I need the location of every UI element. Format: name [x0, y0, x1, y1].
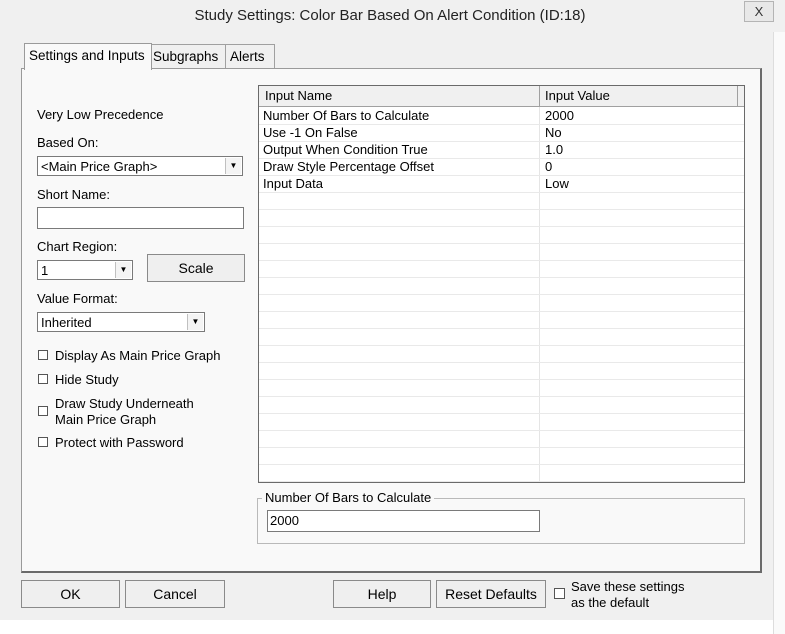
input-value-cell[interactable]: No — [545, 125, 562, 140]
chart-region-value: 1 — [41, 263, 49, 278]
column-divider[interactable] — [539, 86, 540, 106]
display-main-label: Display As Main Price Graph — [55, 348, 221, 363]
close-icon: X — [754, 4, 764, 19]
empty-row — [259, 396, 744, 414]
background-window-strip — [0, 620, 773, 634]
draw-underneath-checkbox[interactable] — [38, 406, 48, 416]
input-value-cell[interactable]: 2000 — [545, 108, 574, 123]
empty-row — [259, 311, 744, 329]
save-default-label-line2: as the default — [571, 595, 650, 610]
based-on-select[interactable]: <Main Price Graph> ▼ — [37, 156, 243, 176]
close-button[interactable]: X — [744, 1, 774, 22]
input-name-cell: Use -1 On False — [263, 125, 358, 140]
tab-label: Subgraphs — [153, 49, 219, 64]
empty-row — [259, 277, 744, 295]
table-row[interactable]: Use -1 On False No — [259, 124, 744, 142]
background-window-strip — [773, 32, 785, 634]
table-row[interactable]: Draw Style Percentage Offset 0 — [259, 158, 744, 176]
table-row[interactable]: Output When Condition True 1.0 — [259, 141, 744, 159]
empty-row — [259, 294, 744, 312]
draw-underneath-label-line2: Main Price Graph — [55, 412, 157, 427]
input-value-cell[interactable]: 1.0 — [545, 142, 563, 157]
chevron-down-icon: ▼ — [225, 158, 241, 174]
save-default-checkbox[interactable] — [554, 588, 565, 599]
input-name-cell: Number Of Bars to Calculate — [263, 108, 430, 123]
tab-label: Settings and Inputs — [29, 48, 145, 63]
empty-row — [259, 379, 744, 397]
based-on-label: Based On: — [37, 135, 99, 150]
tab-label: Alerts — [230, 49, 265, 64]
chart-region-label: Chart Region: — [37, 239, 118, 254]
empty-row — [259, 345, 744, 363]
hide-study-label: Hide Study — [55, 372, 119, 387]
input-name-cell: Output When Condition True — [263, 142, 428, 157]
table-row[interactable]: Input Data Low — [259, 175, 744, 193]
input-value-cell[interactable]: 0 — [545, 159, 552, 174]
column-divider[interactable] — [737, 86, 738, 106]
table-header: Input Name Input Value — [259, 86, 744, 107]
input-name-cell: Input Data — [263, 176, 323, 191]
scale-button[interactable]: Scale — [147, 254, 245, 282]
input-value-field[interactable]: 2000 — [267, 510, 540, 532]
short-name-input[interactable] — [37, 207, 244, 229]
draw-underneath-label: Draw Study Underneath — [55, 396, 194, 411]
input-name-cell: Draw Style Percentage Offset — [263, 159, 435, 174]
empty-row — [259, 192, 744, 210]
tab-alerts[interactable]: Alerts — [225, 44, 275, 69]
title-bar: Study Settings: Color Bar Based On Alert… — [0, 0, 785, 32]
cancel-button[interactable]: Cancel — [125, 580, 225, 608]
empty-row — [259, 413, 744, 431]
value-format-select[interactable]: Inherited ▼ — [37, 312, 205, 332]
tab-subgraphs[interactable]: Subgraphs — [148, 44, 226, 69]
empty-row — [259, 447, 744, 465]
empty-row — [259, 430, 744, 448]
column-header-input-name[interactable]: Input Name — [265, 88, 332, 103]
value-format-label: Value Format: — [37, 291, 118, 306]
help-button[interactable]: Help — [333, 580, 431, 608]
chevron-down-icon: ▼ — [115, 262, 131, 278]
empty-row — [259, 464, 744, 482]
empty-row — [259, 243, 744, 261]
chart-region-select[interactable]: 1 ▼ — [37, 260, 133, 280]
hide-study-checkbox[interactable] — [38, 374, 48, 384]
empty-row — [259, 362, 744, 380]
short-name-label: Short Name: — [37, 187, 110, 202]
save-default-label: Save these settings — [571, 579, 685, 594]
table-row[interactable]: Number Of Bars to Calculate 2000 — [259, 107, 744, 125]
empty-row — [259, 260, 744, 278]
input-value-cell[interactable]: Low — [545, 176, 569, 191]
window-title: Study Settings: Color Bar Based On Alert… — [194, 7, 586, 24]
precedence-label: Very Low Precedence — [37, 107, 164, 122]
empty-row — [259, 328, 744, 346]
chevron-down-icon: ▼ — [187, 314, 203, 330]
reset-defaults-button[interactable]: Reset Defaults — [436, 580, 546, 608]
input-editor-label: Number Of Bars to Calculate — [262, 490, 435, 505]
inputs-table[interactable]: Input Name Input Value Number Of Bars to… — [258, 85, 745, 483]
tab-settings-and-inputs[interactable]: Settings and Inputs — [24, 43, 152, 70]
protect-password-label: Protect with Password — [55, 435, 184, 450]
empty-row — [259, 226, 744, 244]
column-header-input-value[interactable]: Input Value — [545, 88, 610, 103]
protect-password-checkbox[interactable] — [38, 437, 48, 447]
display-main-checkbox[interactable] — [38, 350, 48, 360]
empty-row — [259, 209, 744, 227]
value-format-value: Inherited — [41, 315, 92, 330]
ok-button[interactable]: OK — [21, 580, 120, 608]
based-on-value: <Main Price Graph> — [41, 159, 158, 174]
